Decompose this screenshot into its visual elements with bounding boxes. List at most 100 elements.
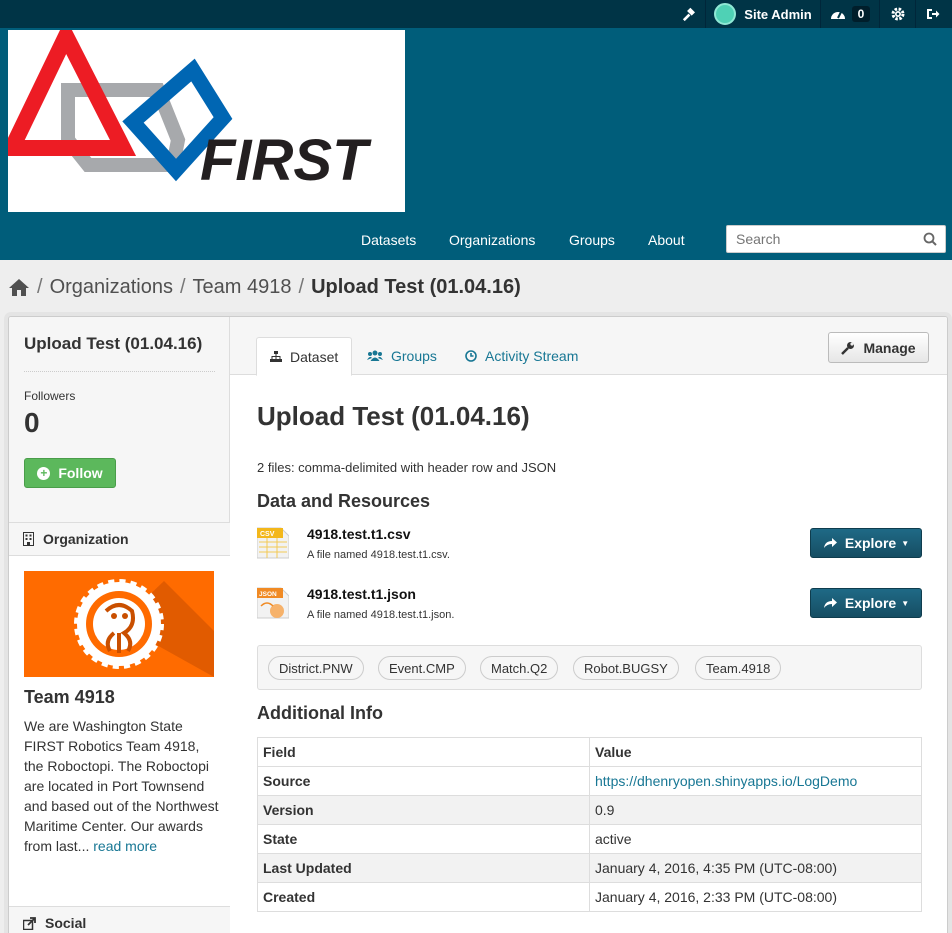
dataset-title: Upload Test (01.04.16)	[257, 401, 530, 431]
dashboard-link[interactable]: 0	[820, 0, 879, 28]
svg-text:CSV: CSV	[260, 531, 275, 538]
primary-content: Dataset Groups Activity Stream Manage Up…	[230, 317, 947, 933]
table-row: Created January 4, 2016, 2:33 PM (UTC-08…	[257, 882, 922, 912]
row-field: Source	[257, 766, 590, 796]
organization-description-text: We are Washington State FIRST Robotics T…	[24, 718, 219, 854]
row-field: State	[257, 824, 590, 854]
json-file-icon[interactable]: JSON	[257, 584, 289, 620]
row-field: Version	[257, 795, 590, 825]
breadcrumb-divider: /	[37, 276, 43, 298]
explore-label: Explore	[844, 535, 897, 551]
site-search	[726, 225, 946, 253]
follow-label: Follow	[58, 465, 103, 481]
table-row: Source https://dhenryopen.shinyapps.io/L…	[257, 766, 922, 796]
additional-info-heading: Additional Info	[257, 703, 383, 723]
clock-icon	[465, 350, 477, 362]
read-more-link[interactable]: read more	[93, 838, 157, 854]
table-header-row: Field Value	[257, 737, 922, 767]
resource-name[interactable]: 4918.test.t1.csv	[307, 526, 411, 542]
resource-description: A file named 4918.test.t1.csv.	[307, 549, 450, 561]
row-field: Created	[257, 882, 590, 912]
followers-count: 0	[24, 407, 40, 438]
breadcrumb-team[interactable]: Team 4918	[193, 276, 292, 299]
row-value: 0.9	[589, 795, 922, 825]
tag-district-pnw[interactable]: District.PNW	[268, 656, 364, 680]
logout-icon[interactable]	[915, 0, 949, 28]
home-icon[interactable]	[8, 278, 30, 297]
share-arrow-icon	[823, 538, 837, 548]
followers-label: Followers	[24, 389, 76, 403]
tab-groups[interactable]: Groups	[354, 337, 450, 375]
table-row: Version 0.9	[257, 795, 922, 825]
row-value: https://dhenryopen.shinyapps.io/LogDemo	[589, 766, 922, 796]
breadcrumb-current[interactable]: Upload Test (01.04.16)	[311, 276, 521, 299]
organization-logo[interactable]	[24, 571, 214, 677]
svg-text:FIRST: FIRST	[200, 128, 372, 193]
organization-heading: Organization	[9, 522, 230, 556]
social-heading-label: Social	[45, 915, 87, 931]
divider	[24, 371, 215, 372]
settings-gear-icon[interactable]	[879, 0, 915, 28]
plus-circle-icon: +	[37, 466, 51, 480]
source-link[interactable]: https://dhenryopen.shinyapps.io/LogDemo	[595, 773, 857, 789]
column-header-field: Field	[257, 737, 590, 767]
resource-description: A file named 4918.test.t1.json.	[307, 609, 455, 621]
nav-datasets[interactable]: Datasets	[361, 232, 416, 248]
manage-button[interactable]: Manage	[828, 332, 929, 363]
tag-robot-bugsy[interactable]: Robot.BUGSY	[573, 656, 679, 680]
wrench-icon	[841, 341, 855, 355]
group-icon	[367, 350, 383, 361]
user-name: Site Admin	[744, 6, 812, 22]
dashboard-icon	[830, 11, 845, 19]
additional-info-table: Field Value Source https://dhenryopen.sh…	[257, 737, 922, 912]
tag-team-4918[interactable]: Team.4918	[695, 656, 782, 680]
explore-label: Explore	[844, 595, 897, 611]
tab-activity-stream-label: Activity Stream	[485, 348, 579, 364]
nav-groups[interactable]: Groups	[569, 232, 615, 248]
tabs-bar: Dataset Groups Activity Stream Manage	[230, 317, 947, 376]
breadcrumb-divider: /	[179, 276, 186, 298]
breadcrumb-organizations[interactable]: Organizations	[50, 276, 173, 299]
sidebar-dataset-title: Upload Test (01.04.16)	[24, 334, 203, 353]
resource-item: JSON 4918.test.t1.json A file named 4918…	[257, 584, 922, 632]
sysadmin-hammer-icon[interactable]	[671, 0, 705, 28]
search-input[interactable]	[727, 226, 917, 252]
table-row: State active	[257, 824, 922, 854]
user-menu[interactable]: Site Admin	[705, 0, 820, 28]
social-heading: Social	[9, 906, 230, 933]
building-icon	[23, 532, 34, 546]
row-value: January 4, 2016, 4:35 PM (UTC-08:00)	[589, 853, 922, 883]
tag-list: District.PNW Event.CMP Match.Q2 Robot.BU…	[257, 645, 922, 690]
organization-heading-label: Organization	[43, 531, 129, 547]
tab-activity-stream[interactable]: Activity Stream	[452, 337, 591, 375]
caret-down-icon: ▼	[901, 538, 910, 548]
explore-button[interactable]: Explore ▼	[810, 528, 922, 558]
row-value: active	[589, 824, 922, 854]
sitemap-icon	[270, 351, 282, 362]
organization-name[interactable]: Team 4918	[24, 687, 115, 708]
dashboard-count-badge: 0	[851, 6, 871, 22]
nav-about[interactable]: About	[648, 232, 685, 248]
explore-button[interactable]: Explore ▼	[810, 588, 922, 618]
tab-dataset[interactable]: Dataset	[256, 337, 353, 376]
breadcrumb: / Organizations / Team 4918 / Upload Tes…	[8, 276, 521, 299]
svg-text:JSON: JSON	[259, 591, 277, 598]
column-header-value: Value	[589, 737, 922, 767]
tag-event-cmp[interactable]: Event.CMP	[378, 656, 466, 680]
search-icon[interactable]	[923, 232, 937, 246]
organization-panel: Team 4918 We are Washington State FIRST …	[9, 556, 230, 906]
follow-button[interactable]: + Follow	[24, 458, 116, 488]
tag-match-q2[interactable]: Match.Q2	[480, 656, 559, 680]
resource-item: CSV 4918.test.t1.csv A file named 4918.t…	[257, 524, 922, 572]
organization-description: We are Washington State FIRST Robotics T…	[24, 716, 219, 856]
nav-organizations[interactable]: Organizations	[449, 232, 535, 248]
resources-heading: Data and Resources	[257, 491, 431, 511]
dataset-notes: 2 files: comma-delimited with header row…	[257, 460, 557, 475]
caret-down-icon: ▼	[901, 598, 910, 608]
table-row: Last Updated January 4, 2016, 4:35 PM (U…	[257, 853, 922, 883]
csv-file-icon[interactable]: CSV	[257, 524, 289, 560]
tab-dataset-label: Dataset	[290, 348, 339, 365]
resource-name[interactable]: 4918.test.t1.json	[307, 586, 416, 602]
first-logo[interactable]: FIRST	[8, 30, 405, 212]
share-arrow-icon	[823, 598, 837, 608]
